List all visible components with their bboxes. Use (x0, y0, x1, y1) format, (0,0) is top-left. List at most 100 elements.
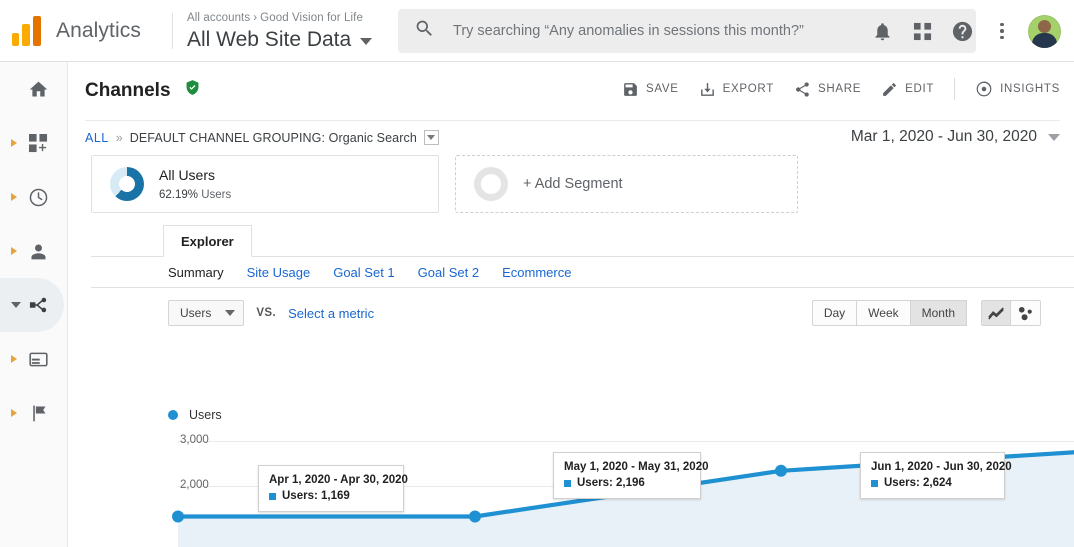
sidebar-item-conversions[interactable] (0, 386, 67, 440)
segment-donut-icon (110, 167, 144, 201)
data-point-mar (172, 510, 184, 523)
export-button[interactable]: EXPORT (699, 81, 774, 98)
sidebar-item-customization[interactable] (0, 116, 67, 170)
collapse-arrow-icon (11, 302, 21, 308)
page-header: Channels SAVE EXPORT SHARE EDIT INSIGHTS (68, 62, 1074, 108)
line-chart-icon (987, 307, 1004, 320)
chevron-down-icon (225, 310, 236, 316)
avatar-body (1032, 32, 1057, 48)
sidebar-item-realtime[interactable] (0, 170, 67, 224)
tooltip-metric: Users (282, 490, 314, 502)
sidebar-item-home[interactable] (0, 62, 67, 116)
save-label: SAVE (646, 83, 679, 95)
sub-tabs: Summary Site Usage Goal Set 1 Goal Set 2… (91, 257, 1074, 288)
breadcrumb-chevron: » (115, 130, 123, 145)
page-actions: SAVE EXPORT SHARE EDIT INSIGHTS (602, 78, 1060, 100)
chart-legend: Users (168, 408, 222, 422)
line-chart-button[interactable] (981, 300, 1011, 326)
granularity-day[interactable]: Day (811, 300, 858, 326)
channel-grouping-dropdown[interactable] (423, 130, 439, 145)
apps-grid-button[interactable] (902, 11, 942, 51)
avatar[interactable] (1028, 14, 1061, 48)
breadcrumb-separator: › (253, 11, 258, 24)
sidebar-item-audience[interactable] (0, 224, 67, 278)
segment-metric: Users (201, 188, 232, 201)
tooltip-metric: Users (884, 477, 916, 489)
expand-arrow-icon (11, 139, 17, 147)
more-options-button[interactable] (982, 11, 1022, 51)
expand-arrow-icon (11, 409, 17, 417)
breadcrumb-all[interactable]: ALL (85, 131, 109, 145)
sidebar-item-behavior[interactable] (0, 332, 67, 386)
tooltip-value: 2,196 (616, 477, 645, 489)
tab-explorer-label: Explorer (181, 233, 234, 249)
chevron-down-icon (427, 135, 436, 140)
date-range-label: Mar 1, 2020 - Jun 30, 2020 (850, 128, 1037, 145)
share-button[interactable]: SHARE (794, 81, 861, 98)
insights-button[interactable]: INSIGHTS (975, 80, 1060, 98)
insights-icon (976, 81, 992, 97)
segment-percent: 62.19% (159, 188, 199, 201)
save-button[interactable]: SAVE (622, 81, 679, 98)
breadcrumb-property[interactable]: Good Vision for Life (260, 12, 363, 24)
actions-divider (954, 78, 956, 100)
motion-chart-button[interactable] (1011, 300, 1041, 326)
granularity-month[interactable]: Month (910, 300, 967, 326)
edit-pencil-icon (883, 82, 896, 96)
metric-selector-row: Users VS. Select a metric (168, 300, 374, 326)
notifications-bell-button[interactable] (862, 11, 902, 51)
view-name-dropdown[interactable]: All Web Site Data (187, 26, 373, 53)
help-button[interactable] (942, 11, 982, 51)
granularity-week[interactable]: Week (857, 300, 911, 326)
page-title: Channels (85, 80, 171, 101)
tooltip-apr: Apr 1, 2020 - Apr 30, 2020 Users: 1,169 (258, 465, 408, 512)
subtab-goal-set-1[interactable]: Goal Set 1 (333, 265, 394, 280)
segment-all-users[interactable]: All Users 62.19% Users (91, 155, 439, 213)
date-range-picker[interactable]: Mar 1, 2020 - Jun 30, 2020 (851, 128, 1060, 147)
breadcrumb-all-accounts[interactable]: All accounts (187, 12, 250, 24)
add-segment-circle-icon (474, 167, 508, 201)
header-divider (172, 12, 173, 49)
search-icon (414, 18, 435, 44)
granularity-controls: Day Week Month (811, 300, 1041, 326)
tooltip-range: Jun 1, 2020 - Jun 30, 2020 (871, 461, 1012, 473)
tooltip-metric: Users (577, 477, 609, 489)
main-content: Channels SAVE EXPORT SHARE EDIT INSIGHTS… (68, 62, 1074, 547)
sidebar-item-acquisition[interactable] (0, 278, 64, 332)
home-icon (26, 77, 50, 101)
google-analytics-logo-icon (12, 15, 46, 46)
share-icon (796, 81, 809, 97)
save-icon (624, 82, 637, 96)
subtab-ecommerce[interactable]: Ecommerce (502, 265, 571, 280)
tooltip-marker (871, 479, 878, 487)
tab-explorer[interactable]: Explorer (163, 225, 252, 257)
tooltip-value-row: Users: 2,624 (871, 475, 994, 491)
edit-button[interactable]: EDIT (881, 81, 934, 98)
add-segment-button[interactable]: + Add Segment (455, 155, 798, 213)
expand-arrow-icon (11, 247, 17, 255)
legend-label: Users (189, 408, 222, 422)
select-a-metric-link[interactable]: Select a metric (288, 306, 374, 321)
person-icon (26, 239, 50, 263)
logo-area[interactable]: Analytics (0, 15, 170, 46)
add-segment-label: + Add Segment (523, 176, 623, 192)
tabs-row: Explorer (91, 225, 1074, 257)
data-point-may (775, 464, 787, 477)
export-label: EXPORT (722, 83, 774, 95)
subtab-site-usage[interactable]: Site Usage (247, 265, 311, 280)
behavior-window-icon (26, 347, 50, 371)
chevron-down-icon (1048, 133, 1060, 141)
brand-name: Analytics (56, 18, 141, 42)
subtab-summary[interactable]: Summary (168, 265, 224, 280)
motion-chart-icon (1018, 306, 1032, 320)
metric-dropdown[interactable]: Users (168, 300, 245, 326)
tooltip-range: Apr 1, 2020 - Apr 30, 2020 (269, 474, 408, 486)
subtab-goal-set-2[interactable]: Goal Set 2 (418, 265, 479, 280)
search-placeholder-text: Try searching “Any anomalies in sessions… (453, 23, 804, 39)
account-selector[interactable]: All accounts › Good Vision for Life All We… (187, 9, 373, 53)
tooltip-value: 2,624 (923, 477, 952, 489)
tooltip-marker (564, 479, 571, 487)
account-breadcrumb: All accounts › Good Vision for Life (187, 11, 372, 26)
verified-shield-icon (184, 79, 201, 101)
flag-icon (26, 401, 50, 425)
